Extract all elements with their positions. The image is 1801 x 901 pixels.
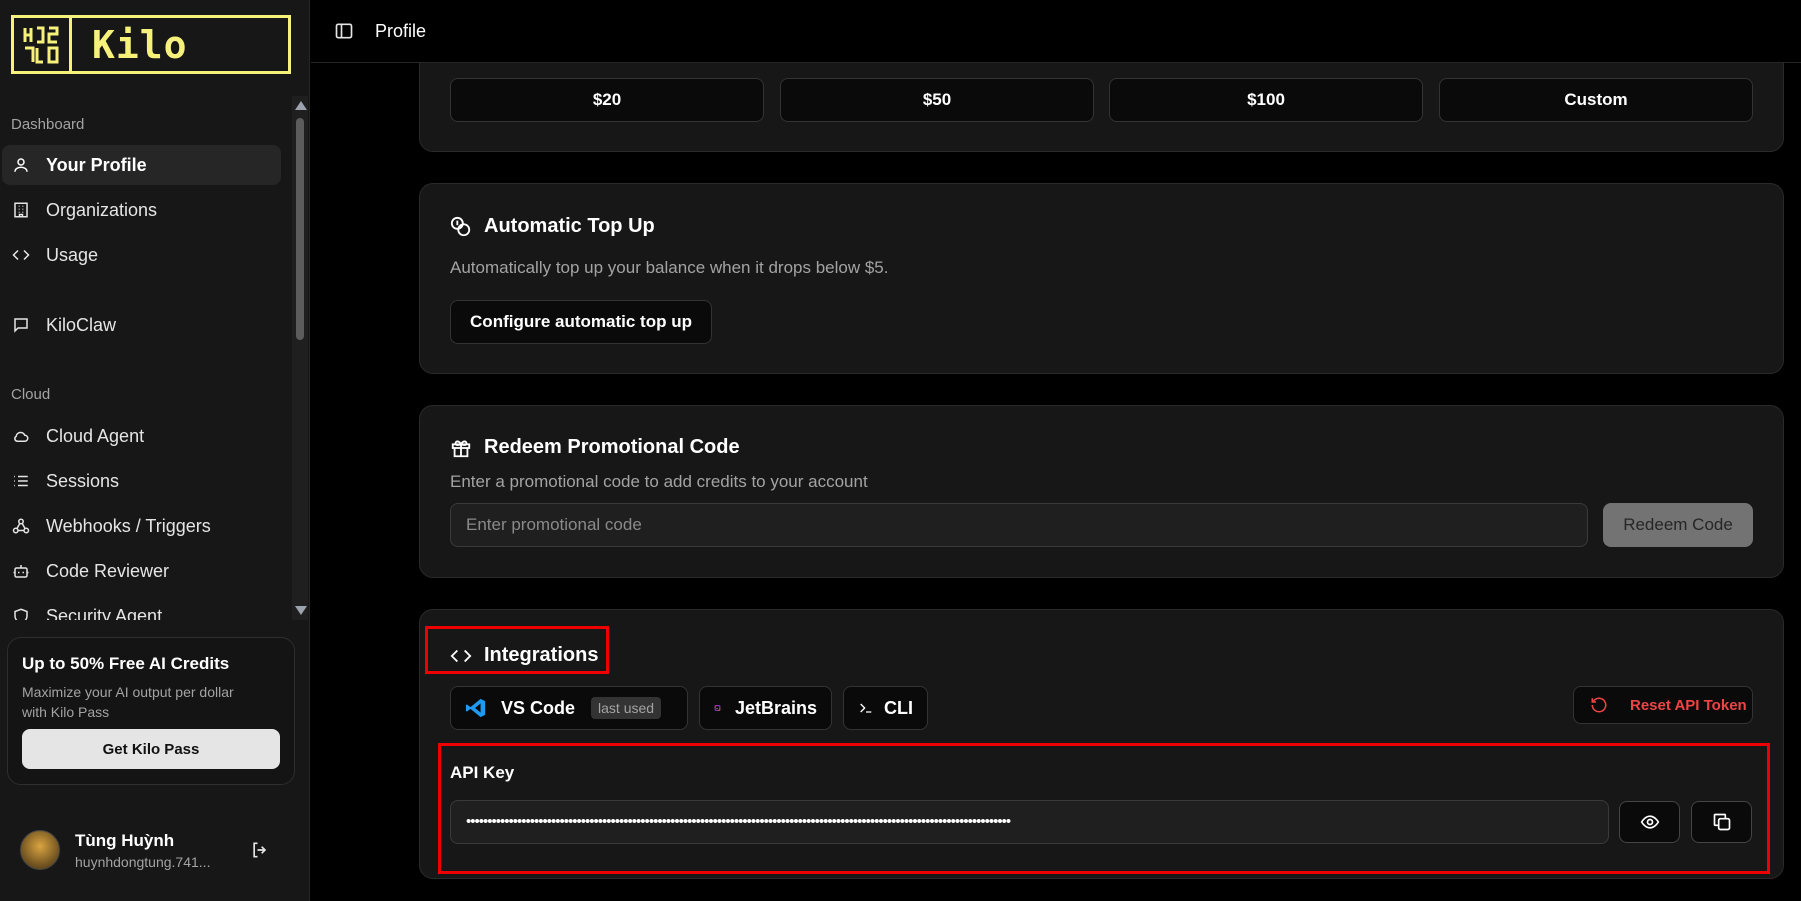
amount-button-50[interactable]: $50 [780, 78, 1094, 122]
section-label-dashboard: Dashboard [11, 116, 85, 133]
sidebar-item-label: Security Agent [46, 605, 163, 621]
redeem-description: Enter a promotional code to add credits … [450, 472, 868, 491]
last-used-badge: last used [591, 697, 662, 719]
tab-cli[interactable]: CLI [843, 686, 928, 730]
sidebar-toggle-icon[interactable] [334, 21, 354, 41]
sidebar-item-label: Code Reviewer [46, 560, 170, 581]
auto-topup-description: Automatically top up your balance when i… [450, 258, 889, 277]
sidebar-item-label: Webhooks / Triggers [46, 515, 211, 536]
section-label-cloud: Cloud [11, 386, 51, 403]
jetbrains-icon [714, 705, 721, 711]
kilo-logo[interactable]: Kilo [11, 15, 291, 74]
user-profile[interactable]: Tùng Huỳnh huynhdongtung.741... [20, 830, 290, 870]
user-icon [14, 158, 28, 172]
reset-icon [1591, 697, 1607, 713]
scroll-up-arrow-icon[interactable] [295, 101, 307, 110]
scroll-thumb[interactable] [296, 118, 304, 340]
sidebar-item-label: Cloud Agent [46, 425, 145, 446]
sidebar-item-label: Sessions [46, 470, 120, 491]
cloud-icon [14, 431, 29, 442]
promo-title: Up to 50% Free AI Credits [22, 654, 230, 673]
redeem-heading: Redeem Promotional Code [450, 436, 740, 459]
logo-text: Kilo [92, 22, 188, 67]
sidebar-nav: Dashboard Your Profile Organizations Usa… [0, 100, 293, 620]
user-name: Tùng Huỳnh [75, 830, 175, 850]
redeem-code-card: Redeem Promotional Code Enter a promotio… [419, 405, 1784, 578]
page-title: Profile [375, 20, 427, 41]
redeem-code-button[interactable]: Redeem Code [1603, 503, 1753, 547]
auto-topup-heading: Automatic Top Up [450, 215, 655, 238]
logout-icon[interactable] [250, 840, 270, 860]
highlight-box-integrations [425, 626, 609, 674]
sidebar-item-your-profile[interactable]: Your Profile [2, 145, 281, 185]
sidebar-item-sessions[interactable]: Sessions [2, 461, 281, 501]
redeem-title: Redeem Promotional Code [484, 436, 740, 458]
tab-label: CLI [884, 697, 913, 718]
sidebar-item-organizations[interactable]: Organizations [2, 190, 281, 230]
tab-jetbrains[interactable]: JetBrains [699, 686, 832, 730]
sidebar-item-webhooks-triggers[interactable]: Webhooks / Triggers [2, 506, 281, 546]
tab-label: VS Code [501, 697, 576, 718]
code-icon [12, 249, 30, 261]
tab-label: JetBrains [734, 697, 817, 718]
chat-icon [14, 318, 28, 333]
vscode-icon [465, 698, 486, 718]
avatar [20, 830, 60, 870]
get-kilo-pass-button[interactable]: Get Kilo Pass [22, 729, 280, 769]
auto-topup-title: Automatic Top Up [484, 215, 655, 237]
sidebar-item-cloud-agent[interactable]: Cloud Agent [2, 416, 281, 456]
scroll-down-arrow-icon[interactable] [295, 606, 307, 615]
sidebar-item-code-reviewer[interactable]: Code Reviewer [2, 551, 281, 591]
user-email: huynhdongtung.741... [75, 853, 211, 870]
sidebar: Kilo Dashboard Your Profile Organization… [0, 0, 310, 901]
bot-icon [13, 565, 29, 578]
terminal-icon [860, 703, 872, 713]
promo-code-input[interactable] [450, 503, 1588, 547]
automatic-top-up-card: Automatic Top Up Automatically top up yo… [419, 183, 1784, 374]
amount-button-100[interactable]: $100 [1109, 78, 1423, 122]
list-icon [14, 475, 28, 487]
sidebar-item-label: Usage [46, 244, 99, 265]
sidebar-item-label: KiloClaw [46, 314, 117, 335]
promo-description: Maximize your AI output per dollar with … [22, 684, 234, 720]
sidebar-item-label: Organizations [46, 199, 158, 220]
tab-vs-code[interactable]: VS Code last used [450, 686, 688, 730]
kilo-logo-mark-icon [14, 18, 72, 71]
sidebar-item-kiloclaw[interactable]: KiloClaw [2, 305, 281, 345]
sidebar-scrollbar[interactable] [292, 96, 308, 620]
amount-button-custom[interactable]: Custom [1439, 78, 1753, 122]
highlight-box-api-key [438, 743, 1770, 874]
kilo-pass-promo: Up to 50% Free AI Credits Maximize your … [7, 637, 295, 785]
sidebar-item-label: Your Profile [46, 154, 147, 175]
building-icon [14, 202, 28, 218]
sidebar-item-usage[interactable]: Usage [2, 235, 281, 275]
webhook-icon [12, 518, 30, 534]
coins-icon [450, 216, 471, 236]
sidebar-item-security-agent[interactable]: Security Agent [2, 596, 281, 620]
top-header: Profile [311, 0, 1801, 63]
configure-auto-topup-button[interactable]: Configure automatic top up [450, 300, 712, 344]
reset-api-token-button[interactable]: Reset API Token [1573, 686, 1753, 724]
shield-icon [14, 608, 28, 620]
gift-icon [451, 440, 471, 457]
amount-button-20[interactable]: $20 [450, 78, 764, 122]
reset-label: Reset API Token [1630, 696, 1747, 714]
